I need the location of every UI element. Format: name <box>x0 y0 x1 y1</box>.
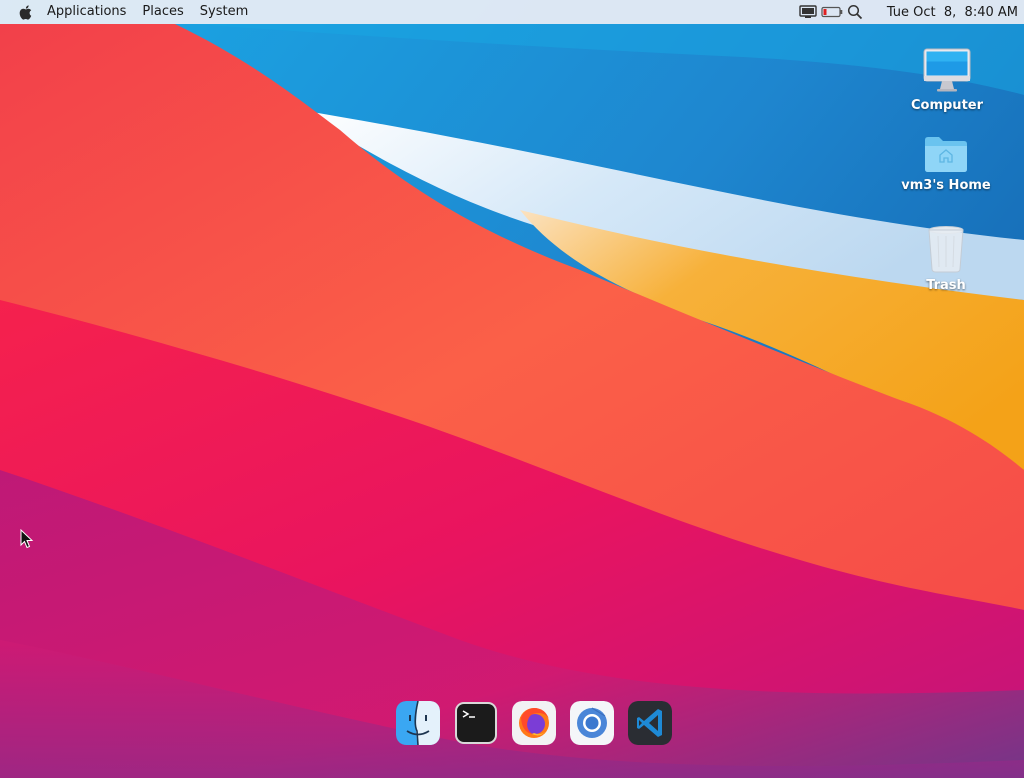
wallpaper <box>0 0 1024 778</box>
menu-applications[interactable]: Applications <box>39 0 134 24</box>
desktop-icon-label: vm3's Home <box>901 178 991 193</box>
desktop-icon-trash[interactable]: Trash <box>896 224 996 293</box>
trash-icon <box>926 224 966 274</box>
battery-icon[interactable] <box>821 0 843 24</box>
search-icon[interactable] <box>847 0 863 24</box>
top-menubar: Applications Places System Tue Oct 8, 8:… <box>0 0 1024 24</box>
home-folder-icon <box>923 124 969 174</box>
chromium-icon[interactable] <box>570 701 614 745</box>
desktop-icon-label: Computer <box>910 98 984 113</box>
clock[interactable]: Tue Oct 8, 8:40 AM <box>887 5 1018 20</box>
menu-system[interactable]: System <box>192 0 256 24</box>
vscode-icon[interactable] <box>628 701 672 745</box>
menu-places[interactable]: Places <box>134 0 191 24</box>
system-tray: Tue Oct 8, 8:40 AM <box>799 0 1024 24</box>
display-icon[interactable] <box>799 0 817 24</box>
desktop-icon-home[interactable]: vm3's Home <box>896 124 996 193</box>
apple-icon[interactable] <box>17 4 33 20</box>
desktop-icon-label: Trash <box>926 278 966 293</box>
finder-icon[interactable] <box>396 701 440 745</box>
computer-icon <box>922 44 972 94</box>
firefox-icon[interactable] <box>512 701 556 745</box>
mouse-cursor-icon <box>20 528 34 553</box>
dock <box>396 700 672 746</box>
desktop-icon-computer[interactable]: Computer <box>897 44 997 113</box>
terminal-icon[interactable] <box>454 701 498 745</box>
desktop[interactable]: Applications Places System Tue Oct 8, 8:… <box>0 0 1024 778</box>
